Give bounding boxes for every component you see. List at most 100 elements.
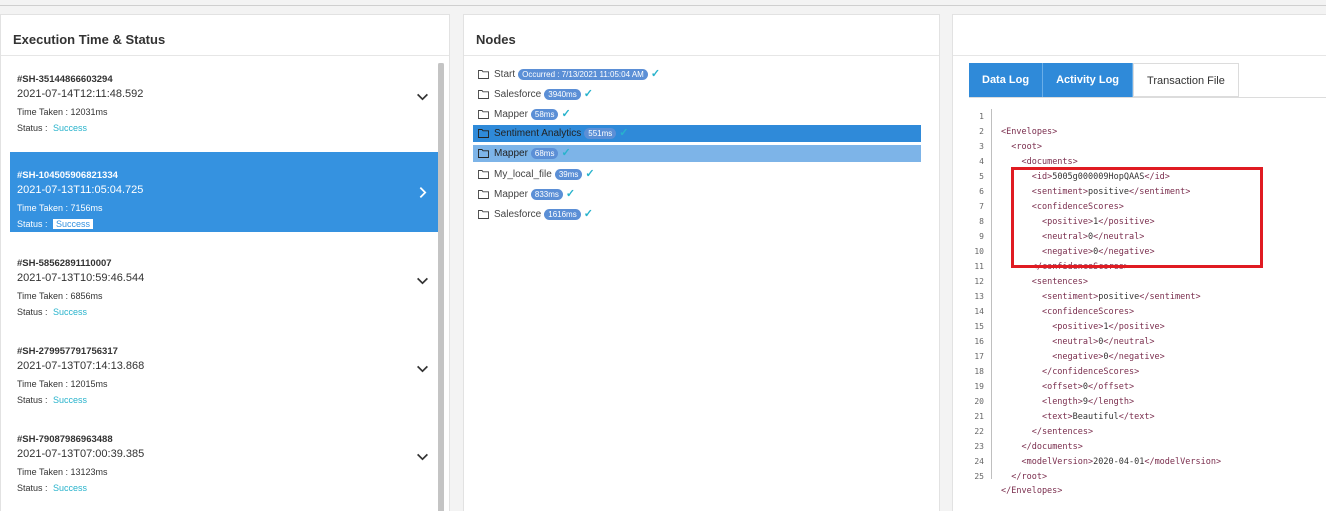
code-text: <neutral>0</neutral> [1052, 337, 1155, 347]
execution-timestamp: 2021-07-14T12:11:48.592 [17, 88, 144, 100]
node-item[interactable]: Mapper 833ms ✓ [473, 186, 921, 203]
code-line: 11 </confidenceScores> [953, 259, 1129, 274]
line-number: 21 [974, 412, 984, 421]
code-line: 23 </documents> [953, 439, 1083, 454]
node-badge: 58ms [530, 109, 559, 120]
node-label: My_local_file [494, 169, 552, 180]
scrollbar-track[interactable] [438, 63, 444, 511]
node-item[interactable]: Start Occurred : 7/13/2021 11:05:04 AM ✓ [473, 66, 921, 83]
scrollbar-thumb[interactable] [438, 63, 444, 511]
execution-status: Status : Success [17, 483, 88, 493]
execution-item[interactable]: #SH-58562891110007 2021-07-13T10:59:46.5… [10, 240, 443, 320]
folder-icon [478, 110, 489, 119]
line-number: 19 [974, 382, 984, 391]
execution-timestamp: 2021-07-13T10:59:46.544 [17, 272, 145, 284]
line-number: 24 [974, 457, 984, 466]
line-number: 4 [979, 157, 984, 166]
node-label: Mapper [494, 109, 528, 120]
execution-timestamp: 2021-07-13T11:05:04.725 [17, 184, 144, 196]
chevron-right-icon[interactable] [416, 186, 429, 199]
line-number: 9 [979, 232, 984, 241]
folder-icon [478, 90, 489, 99]
check-icon: ✓ [583, 208, 593, 220]
tab-activity-log[interactable]: Activity Log [1043, 63, 1134, 97]
line-number: 17 [974, 352, 984, 361]
code-text: <root> [1011, 142, 1042, 152]
node-item[interactable]: My_local_file 39ms ✓ [473, 166, 921, 183]
code-line: 3 <root> [953, 139, 1042, 154]
execution-status: Status : Success [17, 395, 88, 405]
code-line: 25 </root> [953, 469, 1047, 484]
code-line: 13 <sentiment>positive</sentiment> [953, 289, 1200, 304]
execution-time-taken: Time Taken : 13123ms [17, 467, 108, 477]
code-text: <negative>0</negative> [1041, 247, 1155, 257]
folder-icon [478, 190, 489, 199]
code-line: 24 <modelVersion>2020-04-01</modelVersio… [953, 454, 1221, 469]
line-number: 1 [979, 112, 984, 121]
log-panel: Data Log Activity Log Transaction File 1… [952, 14, 1326, 511]
execution-time-taken: Time Taken : 12015ms [17, 379, 108, 389]
code-line: 15 <positive>1</positive> [953, 319, 1165, 334]
execution-id: #SH-35144866603294 [17, 74, 113, 85]
status-badge: Success [53, 123, 88, 133]
node-badge: 68ms [530, 148, 559, 159]
execution-list: #SH-35144866603294 2021-07-14T12:11:48.5… [1, 56, 449, 511]
log-tabs: Data Log Activity Log Transaction File [969, 63, 1239, 97]
code-line: 7 <confidenceScores> [953, 199, 1124, 214]
line-number: 25 [974, 472, 984, 481]
check-icon: ✓ [619, 127, 629, 139]
execution-item-active[interactable]: #SH-104505906821334 2021-07-13T11:05:04.… [10, 152, 443, 232]
code-text: <modelVersion>2020-04-01</modelVersion> [1021, 457, 1222, 467]
code-line: 21 <text>Beautiful</text> [953, 409, 1154, 424]
status-badge: Success [53, 307, 88, 317]
chevron-down-icon[interactable] [416, 274, 429, 287]
line-number: 7 [979, 202, 984, 211]
execution-item[interactable]: #SH-35144866603294 2021-07-14T12:11:48.5… [10, 56, 443, 136]
code-text: <confidenceScores> [1031, 202, 1124, 212]
code-line: 1 [953, 109, 1001, 124]
line-number: 20 [974, 397, 984, 406]
chevron-down-icon[interactable] [416, 362, 429, 375]
code-line: 6 <sentiment>positive</sentiment> [953, 184, 1190, 199]
execution-status: Status : Success [17, 123, 88, 133]
status-badge: Success [53, 395, 88, 405]
node-badge: 39ms [554, 169, 583, 180]
node-badge: 1616ms [544, 209, 581, 220]
execution-item[interactable]: #SH-279957791756317 2021-07-13T07:14:13.… [10, 328, 443, 408]
node-item-highlighted[interactable]: Mapper 68ms ✓ [473, 145, 921, 162]
line-number: 16 [974, 337, 984, 346]
node-label: Start [494, 69, 516, 80]
line-number: 10 [974, 247, 984, 256]
node-badge: Occurred : 7/13/2021 11:05:04 AM [518, 69, 648, 80]
code-line: 2 <Envelopes> [953, 124, 1057, 139]
tab-transaction-file[interactable]: Transaction File [1133, 63, 1239, 97]
execution-timestamp: 2021-07-13T07:00:39.385 [17, 448, 145, 460]
node-item[interactable]: Mapper 58ms ✓ [473, 106, 921, 123]
code-line: 12 <sentences> [953, 274, 1088, 289]
line-number: 5 [979, 172, 984, 181]
line-number: 11 [974, 262, 984, 271]
code-line: 22 </sentences> [953, 424, 1093, 439]
code-line: </Envelopes> [953, 484, 1062, 499]
code-line: 5 <id>5005g000009HopQAAS</id> [953, 169, 1170, 184]
code-text: <positive>1</positive> [1052, 322, 1165, 332]
chevron-down-icon[interactable] [416, 450, 429, 463]
code-text: <negative>0</negative> [1052, 352, 1165, 362]
check-icon: ✓ [650, 68, 661, 80]
code-text: <positive>1</positive> [1041, 217, 1155, 227]
code-line: 19 <offset>0</offset> [953, 379, 1134, 394]
status-badge: Success [53, 219, 94, 229]
code-text: </Envelopes> [1001, 486, 1063, 496]
code-line: 10 <negative>0</negative> [953, 244, 1155, 259]
node-item-selected[interactable]: Sentiment Analytics 551ms ✓ [473, 125, 921, 142]
chevron-down-icon[interactable] [416, 90, 429, 103]
line-number: 8 [979, 217, 984, 226]
node-label: Salesforce [494, 89, 542, 100]
node-item[interactable]: Salesforce 3940ms ✓ [473, 86, 921, 103]
top-divider [0, 5, 1326, 6]
check-icon: ✓ [583, 88, 593, 100]
execution-item[interactable]: #SH-79087986963488 2021-07-13T07:00:39.3… [10, 416, 443, 496]
tab-data-log[interactable]: Data Log [969, 63, 1044, 97]
execution-panel-title: Execution Time & Status [1, 15, 449, 56]
node-item[interactable]: Salesforce 1616ms ✓ [473, 206, 921, 223]
